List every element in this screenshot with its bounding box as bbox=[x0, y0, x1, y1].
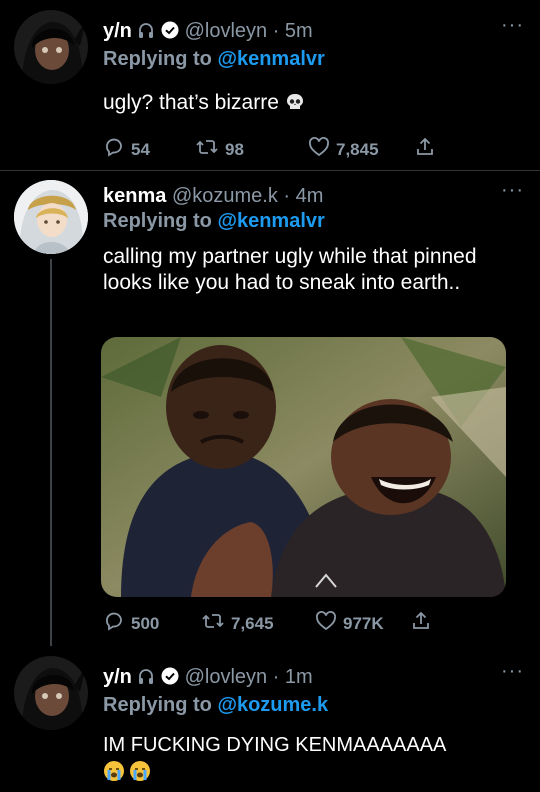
tweet-text: calling my partner ugly while that pinne… bbox=[103, 245, 477, 294]
more-options-button[interactable]: ··· bbox=[501, 179, 524, 202]
retweet-button[interactable]: 7,645 bbox=[201, 610, 274, 637]
display-name[interactable]: y/n bbox=[103, 666, 132, 688]
reply-count: 54 bbox=[131, 139, 150, 159]
more-options-button[interactable]: ··· bbox=[501, 660, 524, 683]
tweet-3[interactable]: y/n @lovleyn · 1m ··· Replying to @kozum… bbox=[0, 646, 540, 792]
verified-badge-icon bbox=[161, 21, 179, 39]
handle[interactable]: @lovleyn bbox=[185, 666, 268, 688]
like-count: 7,845 bbox=[336, 139, 379, 159]
replying-to-label: Replying to bbox=[103, 694, 212, 716]
share-button[interactable] bbox=[414, 136, 436, 163]
retweet-button[interactable]: 98 bbox=[195, 136, 244, 163]
handle[interactable]: @lovleyn bbox=[185, 20, 268, 42]
display-name[interactable]: kenma bbox=[103, 185, 166, 207]
heart-icon bbox=[315, 610, 337, 637]
like-button[interactable]: 7,845 bbox=[308, 136, 379, 163]
headphones-icon bbox=[137, 668, 155, 692]
mention-link[interactable]: @kozume.k bbox=[217, 694, 328, 716]
reply-button[interactable]: 500 bbox=[103, 610, 159, 637]
reply-icon bbox=[103, 610, 125, 637]
reply-icon bbox=[103, 136, 125, 163]
tweet-1[interactable]: y/n @lovleyn · 5m ··· Replying to @kenma… bbox=[0, 0, 540, 170]
retweet-count: 98 bbox=[225, 139, 244, 159]
mention-link[interactable]: @kenmalvr bbox=[217, 48, 324, 70]
loudly-crying-face-icon bbox=[103, 760, 125, 787]
avatar[interactable] bbox=[14, 180, 88, 254]
reply-button[interactable]: 54 bbox=[103, 136, 150, 163]
share-icon bbox=[414, 136, 436, 163]
replying-to-label: Replying to bbox=[103, 210, 212, 232]
heart-icon bbox=[308, 136, 330, 163]
retweet-count: 7,645 bbox=[231, 613, 274, 633]
timestamp[interactable]: · 5m bbox=[273, 20, 313, 42]
skull-emoji-icon bbox=[285, 92, 305, 119]
reply-count: 500 bbox=[131, 613, 160, 633]
like-button[interactable]: 977K bbox=[315, 610, 384, 637]
tweet-header: y/n @lovleyn · 5m bbox=[103, 20, 313, 46]
timestamp[interactable]: · 4m bbox=[283, 185, 323, 207]
retweet-icon bbox=[201, 610, 225, 637]
share-icon bbox=[410, 610, 432, 637]
thread-line bbox=[50, 259, 52, 646]
handle[interactable]: @kozume.k bbox=[172, 185, 278, 207]
crying-emoji-row bbox=[103, 760, 151, 787]
retweet-icon bbox=[195, 136, 219, 163]
display-name[interactable]: y/n bbox=[103, 20, 132, 42]
replying-to: Replying to @kenmalvr bbox=[103, 48, 325, 71]
headphones-icon bbox=[137, 22, 155, 46]
tweet-header: kenma @kozume.k · 4m bbox=[103, 185, 323, 208]
share-button[interactable] bbox=[410, 610, 432, 637]
avatar[interactable] bbox=[14, 10, 88, 84]
tweet-text-content: ugly? that’s bizarre bbox=[103, 91, 279, 114]
replying-to: Replying to @kozume.k bbox=[103, 694, 328, 717]
avatar[interactable] bbox=[14, 656, 88, 730]
mention-link[interactable]: @kenmalvr bbox=[217, 210, 324, 232]
replying-to-label: Replying to bbox=[103, 48, 212, 70]
replying-to: Replying to @kenmalvr bbox=[103, 210, 325, 233]
loudly-crying-face-icon bbox=[129, 760, 151, 787]
tweet-header: y/n @lovleyn · 1m bbox=[103, 666, 313, 692]
tweet-text: ugly? that’s bizarre bbox=[103, 90, 305, 119]
tweet-text: IM FUCKING DYING KENMAAAAAAA bbox=[103, 734, 447, 756]
verified-badge-icon bbox=[161, 667, 179, 685]
like-count: 977K bbox=[343, 613, 384, 633]
media-image[interactable] bbox=[101, 337, 506, 597]
timestamp[interactable]: · 1m bbox=[273, 666, 313, 688]
more-options-button[interactable]: ··· bbox=[501, 14, 524, 37]
